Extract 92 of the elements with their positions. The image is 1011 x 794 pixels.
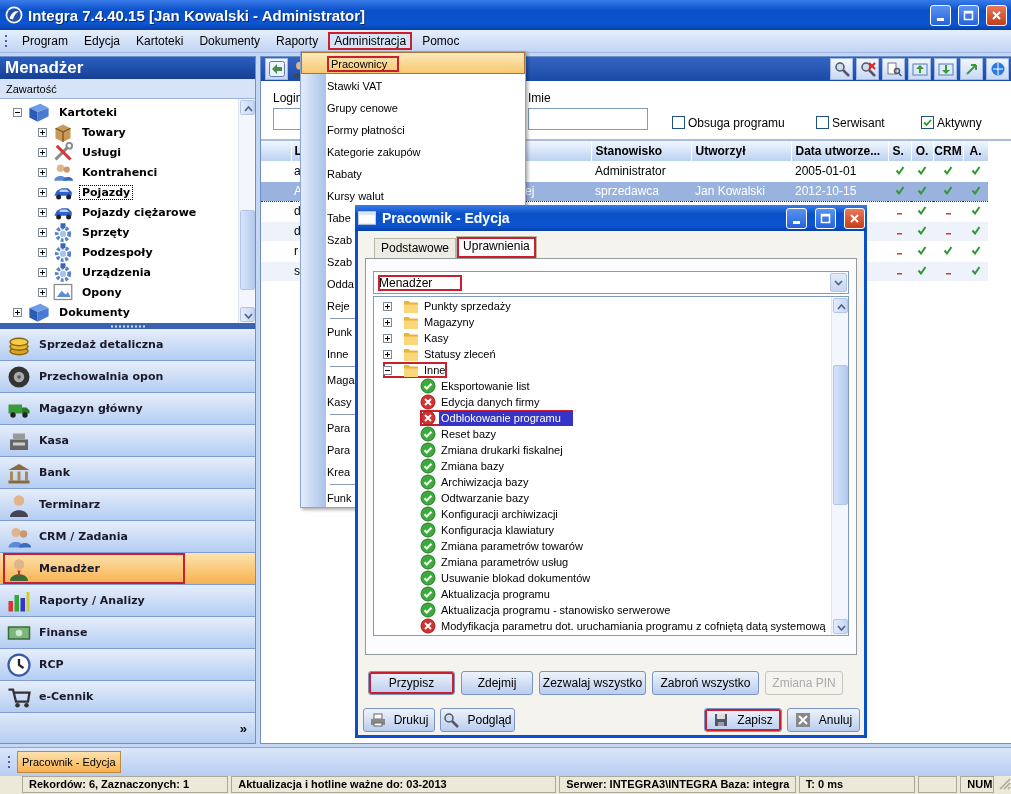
checkbox-label: Aktywny <box>937 115 982 130</box>
module-button[interactable]: CRM / Zadania <box>0 521 255 553</box>
module-button[interactable]: RCP <box>0 649 255 681</box>
tree-item[interactable]: Punkty sprzedaży <box>374 298 831 314</box>
column-header: Stanowisko <box>591 141 691 161</box>
module-button[interactable]: Sprzedaż detaliczna <box>0 329 255 361</box>
tree-item[interactable]: Pojazdy ciężarowe <box>79 204 200 220</box>
module-button[interactable]: Bank <box>0 457 255 489</box>
menu-item[interactable]: Raporty <box>270 32 325 50</box>
tree-item[interactable]: Zmiana parametrów towarów <box>374 538 831 554</box>
status-text: Serwer: INTEGRA3\INTEGRA Baza: integra <box>559 776 796 793</box>
status-text: Aktualizacja i hotline ważne do: 03-2013 <box>231 776 557 793</box>
module-button[interactable]: Magazyn główny <box>0 393 255 425</box>
module-button[interactable]: Terminarz <box>0 489 255 521</box>
column-header: O. <box>911 141 933 161</box>
column-header: A. <box>963 141 988 161</box>
tree-item[interactable]: Modyfikacja parametru dot. uruchamiania programu z cofniętą datą systemową <box>374 618 831 634</box>
tree-item[interactable]: Aktualizacja programu <box>374 586 831 602</box>
column-header: Data utworze... <box>791 141 888 161</box>
tree-item[interactable]: Statusy zleceń <box>374 346 831 362</box>
field-label: Imie <box>528 91 552 105</box>
tab[interactable]: Uprawnienia <box>456 236 537 258</box>
module-button[interactable]: Przechowalnia opon <box>0 361 255 393</box>
tree-item[interactable]: Odblokowanie programu <box>374 410 831 426</box>
more-button[interactable]: » <box>239 720 247 736</box>
tree-item[interactable]: Kartoteki <box>56 104 120 120</box>
menu-item[interactable]: Formy płatności <box>301 118 525 140</box>
module-button[interactable]: e-Cennik <box>0 681 255 713</box>
dialog-button[interactable]: Anuluj <box>787 708 860 732</box>
status-text: Rekordów: 6, Zaznaczonych: 1 <box>22 776 229 793</box>
tree-item[interactable]: Konfiguracja klawiatury <box>374 522 831 538</box>
tree-item[interactable]: Usługi <box>79 144 125 160</box>
action-button[interactable]: Zdejmij <box>461 671 533 695</box>
module-button[interactable]: Menadżer <box>0 553 255 585</box>
role-dropdown[interactable]: Menadżer <box>373 271 849 294</box>
table-cell: 2012-10-15 <box>791 181 888 201</box>
menu-item[interactable]: Dokumenty <box>193 32 267 50</box>
task-button[interactable]: Pracownik - Edycja <box>17 751 121 773</box>
tree-item[interactable]: Usuwanie blokad dokumentów <box>374 570 831 586</box>
table-cell: sprzedawca <box>591 181 691 201</box>
tree-item[interactable]: Konfiguracji archiwizacji <box>374 506 831 522</box>
panel-title: Menadżer <box>0 57 255 79</box>
tree-item[interactable]: Pojazdy <box>79 184 134 200</box>
tree-item[interactable]: Inne <box>374 362 831 378</box>
table-cell: Administrator <box>591 161 691 181</box>
column-header: CRM <box>933 141 963 161</box>
dialog-button[interactable]: Drukuj <box>363 708 435 732</box>
tree-item[interactable]: Zmiana bazy <box>374 458 831 474</box>
tree-item[interactable]: Kontrahenci <box>79 164 161 180</box>
dialog-button[interactable]: Zapisz <box>704 708 782 732</box>
status-text: NUM <box>960 776 994 793</box>
column-header: S. <box>888 141 911 161</box>
table-cell: 2005-01-01 <box>791 161 888 181</box>
tree-item[interactable]: Sprzęty <box>79 224 133 240</box>
tree-item[interactable]: Urządzenia <box>79 264 154 280</box>
menu-item[interactable]: Stawki VAT <box>301 74 525 96</box>
column-header: Utworzył <box>691 141 791 161</box>
menu-item[interactable]: Kartoteki <box>130 32 190 50</box>
menu-item[interactable]: Administracja <box>328 32 413 50</box>
module-button[interactable]: Raporty / Analizy <box>0 585 255 617</box>
action-button[interactable]: Przypisz <box>368 671 455 695</box>
module-button[interactable]: Kasa <box>0 425 255 457</box>
menu-item[interactable]: Edycja <box>78 32 127 50</box>
module-button[interactable]: Finanse <box>0 617 255 649</box>
tree-item[interactable]: Kasy <box>374 330 831 346</box>
panel-subtitle: Zawartość <box>0 79 255 99</box>
menu-item[interactable]: Pomoc <box>416 32 466 50</box>
tree-item[interactable]: Aktualizacja programu - stanowisko serwerowe <box>374 602 831 618</box>
tree-item[interactable]: Odtwarzanie bazy <box>374 490 831 506</box>
action-button[interactable]: Zabroń wszystko <box>652 671 759 695</box>
status-text: T: 0 ms <box>798 776 915 793</box>
tree-item[interactable]: Zmiana parametrów usług <box>374 554 831 570</box>
table-cell: Jan Kowalski <box>691 181 791 201</box>
action-button[interactable]: Zezwalaj wszystko <box>539 671 646 695</box>
tree-item[interactable]: Edycja danych firmy <box>374 394 831 410</box>
window-title: Integra 7.4.40.15 [Jan Kowalski - Administrator] <box>28 6 367 24</box>
tab[interactable]: Podstawowe <box>374 238 457 258</box>
tree-item[interactable]: Dokumenty <box>56 304 134 320</box>
menu-item[interactable]: Grupy cenowe <box>301 96 525 118</box>
checkbox-label: Obsuga programu <box>688 115 785 130</box>
tree-item[interactable]: Reset bazy <box>374 426 831 442</box>
menu-item[interactable]: Pracownicy <box>301 52 525 74</box>
tree-item[interactable]: Opony <box>79 284 125 300</box>
tree-item[interactable]: Archiwizacja bazy <box>374 474 831 490</box>
tree-item[interactable]: Magazyny <box>374 314 831 330</box>
dialog-button[interactable]: Podgląd <box>440 708 515 732</box>
menu-item[interactable]: Program <box>16 32 74 50</box>
tree-item[interactable]: Podzespoły <box>79 244 156 260</box>
checkbox-label: Serwisant <box>832 115 885 130</box>
tree-item[interactable]: Zmiana drukarki fiskalnej <box>374 442 831 458</box>
tree-item[interactable]: Towary <box>79 124 129 140</box>
tree-item[interactable]: Eksportowanie list <box>374 378 831 394</box>
